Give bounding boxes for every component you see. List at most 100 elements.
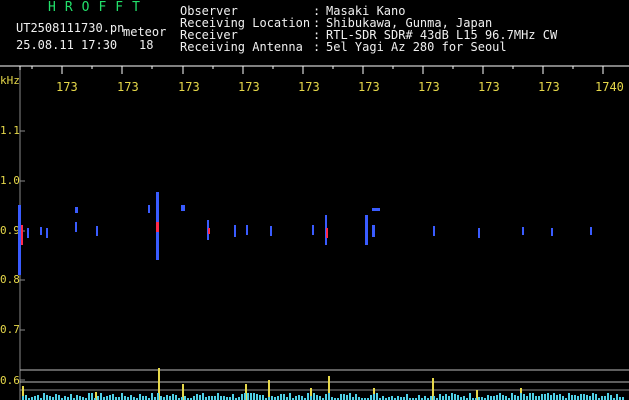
noise-bar [397,396,399,400]
noise-bar [169,396,171,400]
noise-bar [70,394,72,400]
noise-bar [310,396,312,400]
signal-burst [156,222,159,232]
noise-bar [22,396,24,400]
noise-bar [520,393,522,400]
signal-burst [234,225,236,237]
noise-bar [406,394,408,400]
signal-burst [75,207,78,213]
noise-bar [355,394,357,400]
noise-bar [526,396,528,400]
noise-bar [313,393,315,400]
signal-burst [326,228,328,238]
noise-bar [541,394,543,400]
noise-bar [184,396,186,400]
noise-bar [577,396,579,400]
noise-bar [295,396,297,400]
noise-bar [382,396,384,400]
noise-bar [499,393,501,400]
signal-burst [148,205,150,213]
time-axis-ticks [19,66,604,74]
noise-bar [307,393,309,400]
noise-bar [241,394,243,400]
signal-burst [372,208,380,211]
noise-bar [25,395,27,400]
noise-bar [544,394,546,400]
signal-burst [46,228,48,238]
noise-bar [220,396,222,400]
noise-bar [556,395,558,400]
noise-bar [445,394,447,400]
noise-bar [202,393,204,400]
signal-traces [18,192,592,275]
signal-burst [21,225,23,245]
noise-bar [151,393,153,400]
noise-bar [391,396,393,400]
noise-bar [469,393,471,400]
signal-burst [590,227,592,235]
noise-bar [283,394,285,400]
noise-bar [517,396,519,400]
noise-bar [592,393,594,400]
signal-burst [208,228,210,234]
signal-burst [433,226,435,236]
noise-bar [157,393,159,400]
signal-burst [96,226,98,236]
noise-bar [430,396,432,400]
noise-bar [247,393,249,400]
noise-bar [166,395,168,400]
noise-bar [511,393,513,400]
noise-bar [574,395,576,400]
noise-bar [91,393,93,400]
noise-bar [97,396,99,400]
noise-bar [376,393,378,400]
signal-burst [312,225,314,235]
noise-bar [280,394,282,400]
noise-bar [214,396,216,400]
signal-burst [270,226,272,236]
signal-burst [18,205,21,275]
noise-bar [34,396,36,400]
noise-bar [589,396,591,400]
signal-burst [478,228,480,238]
noise-bar [100,393,102,400]
noise-bar [373,394,375,400]
noise-bar [448,396,450,400]
counter-base-noise [22,393,624,400]
noise-bar [223,396,225,400]
signal-burst [372,225,375,237]
signal-burst [40,227,42,235]
noise-bar [112,394,114,400]
noise-bar [106,396,108,400]
noise-bar [559,394,561,400]
noise-bar [493,396,495,400]
noise-bar [160,396,162,400]
noise-bar [244,393,246,400]
noise-bar [145,396,147,400]
noise-bar [550,395,552,400]
noise-bar [193,396,195,400]
noise-bar [454,394,456,400]
noise-bar [580,394,582,400]
noise-bar [277,396,279,400]
noise-bar [88,393,90,400]
noise-bar [463,396,465,400]
noise-bar [256,394,258,400]
noise-bar [457,395,459,400]
noise-bar [64,396,66,400]
noise-bar [325,394,327,400]
signal-burst [27,228,29,238]
noise-bar [490,396,492,400]
noise-bar [211,396,213,400]
noise-bar [523,394,525,400]
noise-bar [568,393,570,400]
noise-bar [553,393,555,400]
noise-bar [271,396,273,400]
noise-bar [571,395,573,400]
noise-bar [55,394,57,400]
noise-bar [487,395,489,400]
noise-bar [442,396,444,400]
noise-bar [610,395,612,400]
noise-bar [562,396,564,400]
noise-bar [316,395,318,400]
